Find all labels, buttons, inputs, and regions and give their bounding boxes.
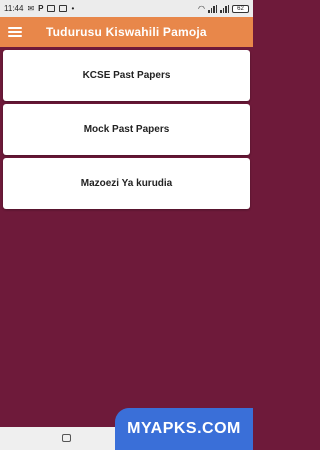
battery-level: 62	[237, 5, 244, 12]
signal-icon-2	[220, 4, 229, 13]
menu-card-kcse-past-papers[interactable]: KCSE Past Papers	[3, 50, 250, 101]
app-icon	[59, 5, 68, 12]
wifi-icon: ◠	[198, 3, 205, 13]
watermark-logo: MYAPKS.COM	[115, 408, 253, 450]
signal-icon	[208, 4, 217, 13]
app-bar: Tudurusu Kiswahili Pamoja	[0, 17, 253, 47]
home-button-icon[interactable]	[62, 434, 71, 442]
menu-card-mock-past-papers[interactable]: Mock Past Papers	[3, 104, 250, 155]
menu-card-label: Mock Past Papers	[83, 124, 170, 135]
status-bar: 11:44 ✉ P • ◠ 62	[0, 0, 253, 17]
battery-icon: 62	[232, 4, 249, 13]
hamburger-menu-icon[interactable]	[8, 27, 22, 37]
mail-icon: ✉	[27, 3, 35, 13]
menu-card-label: KCSE Past Papers	[82, 70, 171, 81]
dot-icon: •	[71, 3, 75, 13]
message-icon	[47, 5, 56, 12]
parking-icon: P	[38, 3, 44, 13]
app-title: Tudurusu Kiswahili Pamoja	[46, 25, 207, 39]
status-time: 11:44	[4, 4, 24, 13]
watermark-text: MYAPKS.COM	[127, 420, 241, 437]
menu-card-mazoezi-ya-kurudia[interactable]: Mazoezi Ya kurudia	[3, 158, 250, 209]
menu-card-label: Mazoezi Ya kurudia	[80, 178, 173, 189]
